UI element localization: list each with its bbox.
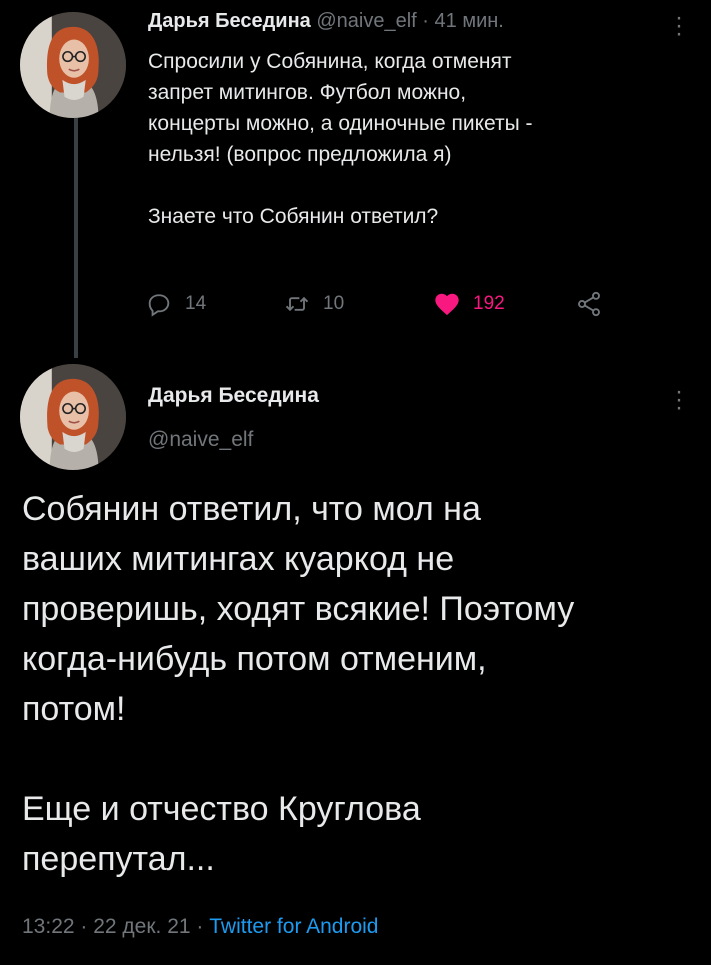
retweet-count: 10 (323, 293, 345, 314)
tweet-header: Дарья Беседина @naive_elf · 41 мин. (148, 10, 504, 33)
separator: · (416, 10, 435, 32)
retweet-button[interactable]: 10 (283, 290, 344, 318)
source-link[interactable]: Twitter for Android (209, 915, 378, 938)
like-count: 192 (473, 293, 505, 314)
author-handle[interactable]: @naive_elf (316, 10, 416, 32)
tweet-paragraph: Еще и отчество Круглова перепутал... (22, 790, 421, 878)
more-icon[interactable]: · · · (672, 6, 686, 46)
reply-count: 14 (185, 293, 207, 314)
author-name[interactable]: Дарья Беседина (148, 384, 319, 408)
tweet-date[interactable]: 22 дек. 21 (93, 915, 190, 938)
separator: · (74, 915, 94, 938)
thread-line (74, 118, 78, 358)
avatar[interactable] (20, 12, 126, 118)
avatar[interactable] (20, 364, 126, 470)
tweet-paragraph: Знаете что Собянин ответил? (148, 205, 439, 228)
author-name[interactable]: Дарья Беседина (148, 10, 311, 32)
share-icon (578, 291, 600, 317)
timestamp[interactable]: 41 мин. (435, 10, 504, 32)
reply-button[interactable]: 14 (145, 290, 206, 318)
more-icon[interactable]: · · · (672, 380, 686, 420)
tweet-paragraph: Спросили у Собянина, когда отменят запре… (148, 50, 533, 166)
reply-icon (148, 294, 170, 317)
tweet-time[interactable]: 13:22 (22, 915, 75, 938)
separator: · (190, 915, 210, 938)
share-button[interactable] (575, 290, 603, 318)
tweet-text: Собянин ответил, что мол на ваших митинг… (22, 484, 702, 884)
like-button[interactable]: 192 (433, 290, 505, 318)
tweet-text: Спросили у Собянина, когда отменят запре… (148, 46, 688, 232)
author-handle[interactable]: @naive_elf (148, 428, 253, 452)
like-icon (435, 293, 459, 316)
tweet-footer: 13:22 · 22 дек. 21 · Twitter for Android (22, 915, 379, 939)
retweet-icon (285, 296, 309, 312)
tweet-paragraph: Собянин ответил, что мол на ваших митинг… (22, 490, 575, 728)
